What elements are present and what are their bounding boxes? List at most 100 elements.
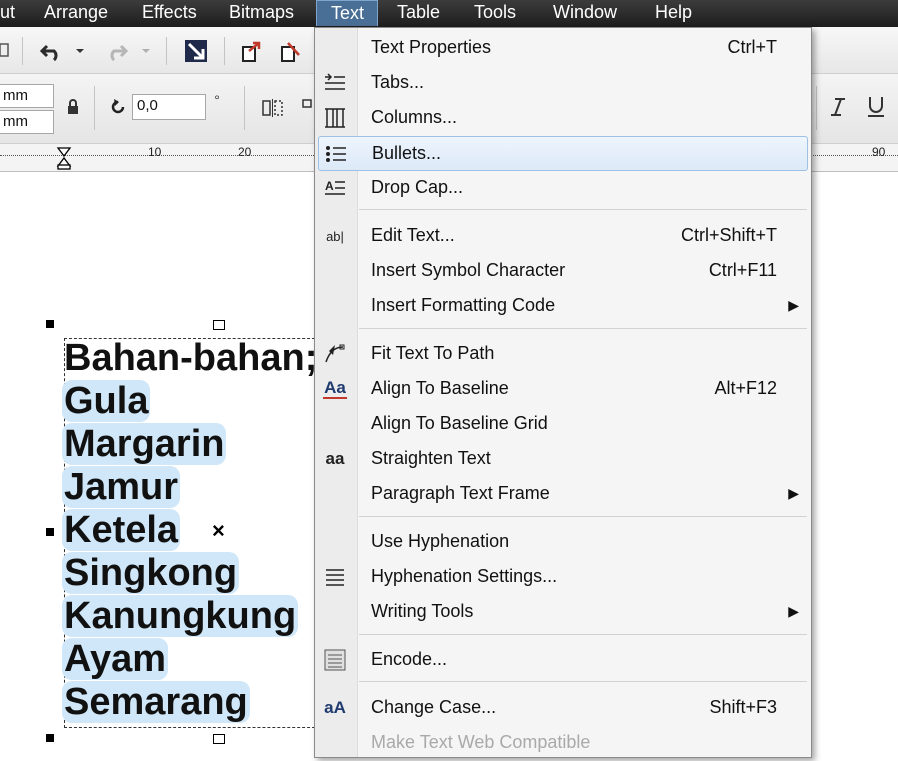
publish-icon[interactable]: [276, 37, 308, 65]
straighten-text-icon: aa: [325, 449, 345, 468]
menu-item-label: Straighten Text: [371, 448, 491, 468]
text-menu-dropdown: Text Properties Ctrl+T Tabs... Columns..…: [314, 27, 812, 758]
rotate-icon: [106, 96, 130, 118]
menu-item-insert-formatting-code[interactable]: Insert Formatting Code ▶: [315, 289, 811, 324]
menu-item-align-to-baseline-grid[interactable]: Align To Baseline Grid: [315, 407, 811, 442]
menu-item-label: Writing Tools: [371, 601, 474, 621]
toolbar-separator: [22, 37, 23, 65]
text-line[interactable]: Margarin: [62, 423, 227, 465]
menu-item-make-text-web-compatible: Make Text Web Compatible: [315, 726, 811, 761]
menu-item-edit-text[interactable]: ab| Edit Text... Ctrl+Shift+T: [315, 219, 811, 254]
menu-effects[interactable]: Effects: [142, 0, 197, 27]
menu-item-align-to-baseline[interactable]: Aa Align To Baseline Alt+F12: [315, 372, 811, 407]
menu-item-shortcut: Shift+F3: [709, 697, 777, 717]
toolbar-separator: [244, 86, 245, 130]
menu-window[interactable]: Window: [553, 0, 617, 27]
menu-tools[interactable]: Tools: [474, 0, 516, 27]
menu-help[interactable]: Help: [655, 0, 692, 27]
menu-item-paragraph-text-frame[interactable]: Paragraph Text Frame ▶: [315, 477, 811, 512]
rotation-center-mark[interactable]: ×: [212, 518, 225, 544]
height-field[interactable]: mm: [0, 110, 54, 134]
menu-item-columns[interactable]: Columns...: [315, 101, 811, 136]
menu-item-label: Paragraph Text Frame: [371, 483, 550, 503]
encode-icon: [323, 649, 347, 671]
frame-top-tab-handle[interactable]: [213, 320, 225, 330]
menu-item-fit-text-to-path[interactable]: Fit Text To Path: [315, 337, 811, 372]
toolbar-edge-icon[interactable]: [0, 40, 10, 60]
menu-item-use-hyphenation[interactable]: Use Hyphenation: [315, 525, 811, 560]
change-case-icon: aA: [324, 698, 346, 717]
align-baseline-icon: Aa: [323, 378, 347, 399]
selection-handle-middle-left[interactable]: [46, 528, 54, 536]
menu-item-drop-cap[interactable]: A Drop Cap...: [315, 171, 811, 206]
menu-item-shortcut: Alt+F12: [714, 378, 777, 398]
svg-text:A: A: [325, 179, 334, 193]
ruler-label-20: 20: [238, 145, 252, 159]
undo-icon[interactable]: [36, 37, 68, 65]
menu-separator: [359, 209, 807, 210]
menu-item-insert-symbol-character[interactable]: Insert Symbol Character Ctrl+F11: [315, 254, 811, 289]
bullets-icon: [324, 144, 348, 164]
menu-item-label: Fit Text To Path: [371, 343, 495, 363]
menu-item-label: Use Hyphenation: [371, 531, 510, 551]
fit-text-to-path-icon: [323, 344, 347, 364]
selection-handle-top-left[interactable]: [46, 320, 54, 328]
menu-item-writing-tools[interactable]: Writing Tools ▶: [315, 595, 811, 630]
degree-label: °: [214, 92, 220, 108]
hyphenation-icon: [323, 567, 347, 587]
lock-ratio-icon[interactable]: [62, 96, 84, 118]
menu-item-bullets[interactable]: Bullets...: [318, 136, 808, 171]
underline-icon[interactable]: [862, 94, 890, 120]
menu-text[interactable]: Text: [316, 0, 378, 26]
text-line[interactable]: Singkong: [62, 552, 240, 594]
export-icon[interactable]: [236, 37, 268, 65]
menu-item-tabs[interactable]: Tabs...: [315, 66, 811, 101]
text-line-heading[interactable]: Bahan-bahan;: [62, 338, 319, 378]
selection-handle-bottom-left[interactable]: [46, 734, 54, 742]
width-field[interactable]: mm: [0, 84, 54, 108]
menu-item-label: Bullets...: [372, 143, 442, 163]
menu-bitmaps[interactable]: Bitmaps: [229, 0, 294, 27]
toolbar-separator: [816, 86, 817, 130]
text-line[interactable]: Ketela: [62, 509, 181, 551]
text-line[interactable]: Jamur: [62, 466, 181, 508]
menu-item-label: Align To Baseline Grid: [371, 413, 548, 433]
menu-table[interactable]: Table: [397, 0, 440, 27]
redo-icon[interactable]: [100, 37, 132, 65]
italic-icon[interactable]: [824, 94, 852, 120]
import-icon[interactable]: [180, 36, 212, 66]
menu-arrange[interactable]: Arrange: [44, 0, 108, 27]
frame-bottom-tab-handle[interactable]: [213, 734, 225, 744]
menu-item-hyphenation-settings[interactable]: Hyphenation Settings...: [315, 560, 811, 595]
text-line[interactable]: Gula: [62, 380, 151, 422]
menu-item-label: Tabs...: [371, 72, 425, 92]
text-line[interactable]: Kanungkung: [62, 595, 299, 637]
menu-item-shortcut: Ctrl+Shift+T: [680, 225, 777, 245]
menu-item-straighten-text[interactable]: aa Straighten Text: [315, 442, 811, 477]
menu-item-change-case[interactable]: aA Change Case... Shift+F3: [315, 691, 811, 726]
ruler-label-90: 90: [872, 145, 886, 159]
menu-separator: [359, 516, 807, 517]
menu-item-label: Insert Symbol Character: [371, 260, 566, 280]
text-line[interactable]: Semarang: [62, 681, 250, 723]
submenu-arrow-icon: ▶: [788, 485, 799, 501]
mirror-vertical-icon[interactable]: [300, 96, 314, 120]
menu-bar: ut Arrange Effects Bitmaps Text Table To…: [0, 0, 898, 27]
menu-separator: [359, 681, 807, 682]
menu-item-label: Edit Text...: [371, 225, 455, 245]
text-line[interactable]: Ayam: [62, 638, 169, 680]
ruler-label-10: 10: [148, 145, 162, 159]
menu-item-label: Change Case...: [371, 697, 497, 717]
menu-item-label: Columns...: [371, 107, 458, 127]
submenu-arrow-icon: ▶: [788, 603, 799, 619]
redo-dropdown-icon[interactable]: [138, 37, 154, 65]
menu-item-encode[interactable]: Encode...: [315, 643, 811, 678]
rotation-field[interactable]: 0,0: [132, 94, 206, 120]
menu-item-shortcut: Ctrl+T: [727, 37, 778, 57]
ruler-indent-marker-icon[interactable]: [56, 146, 72, 170]
mirror-horizontal-icon[interactable]: [258, 96, 288, 120]
menu-item-label: Align To Baseline: [371, 378, 509, 398]
undo-dropdown-icon[interactable]: [72, 37, 88, 65]
menu-layout[interactable]: ut: [0, 0, 15, 27]
menu-item-text-properties[interactable]: Text Properties Ctrl+T: [315, 31, 811, 66]
